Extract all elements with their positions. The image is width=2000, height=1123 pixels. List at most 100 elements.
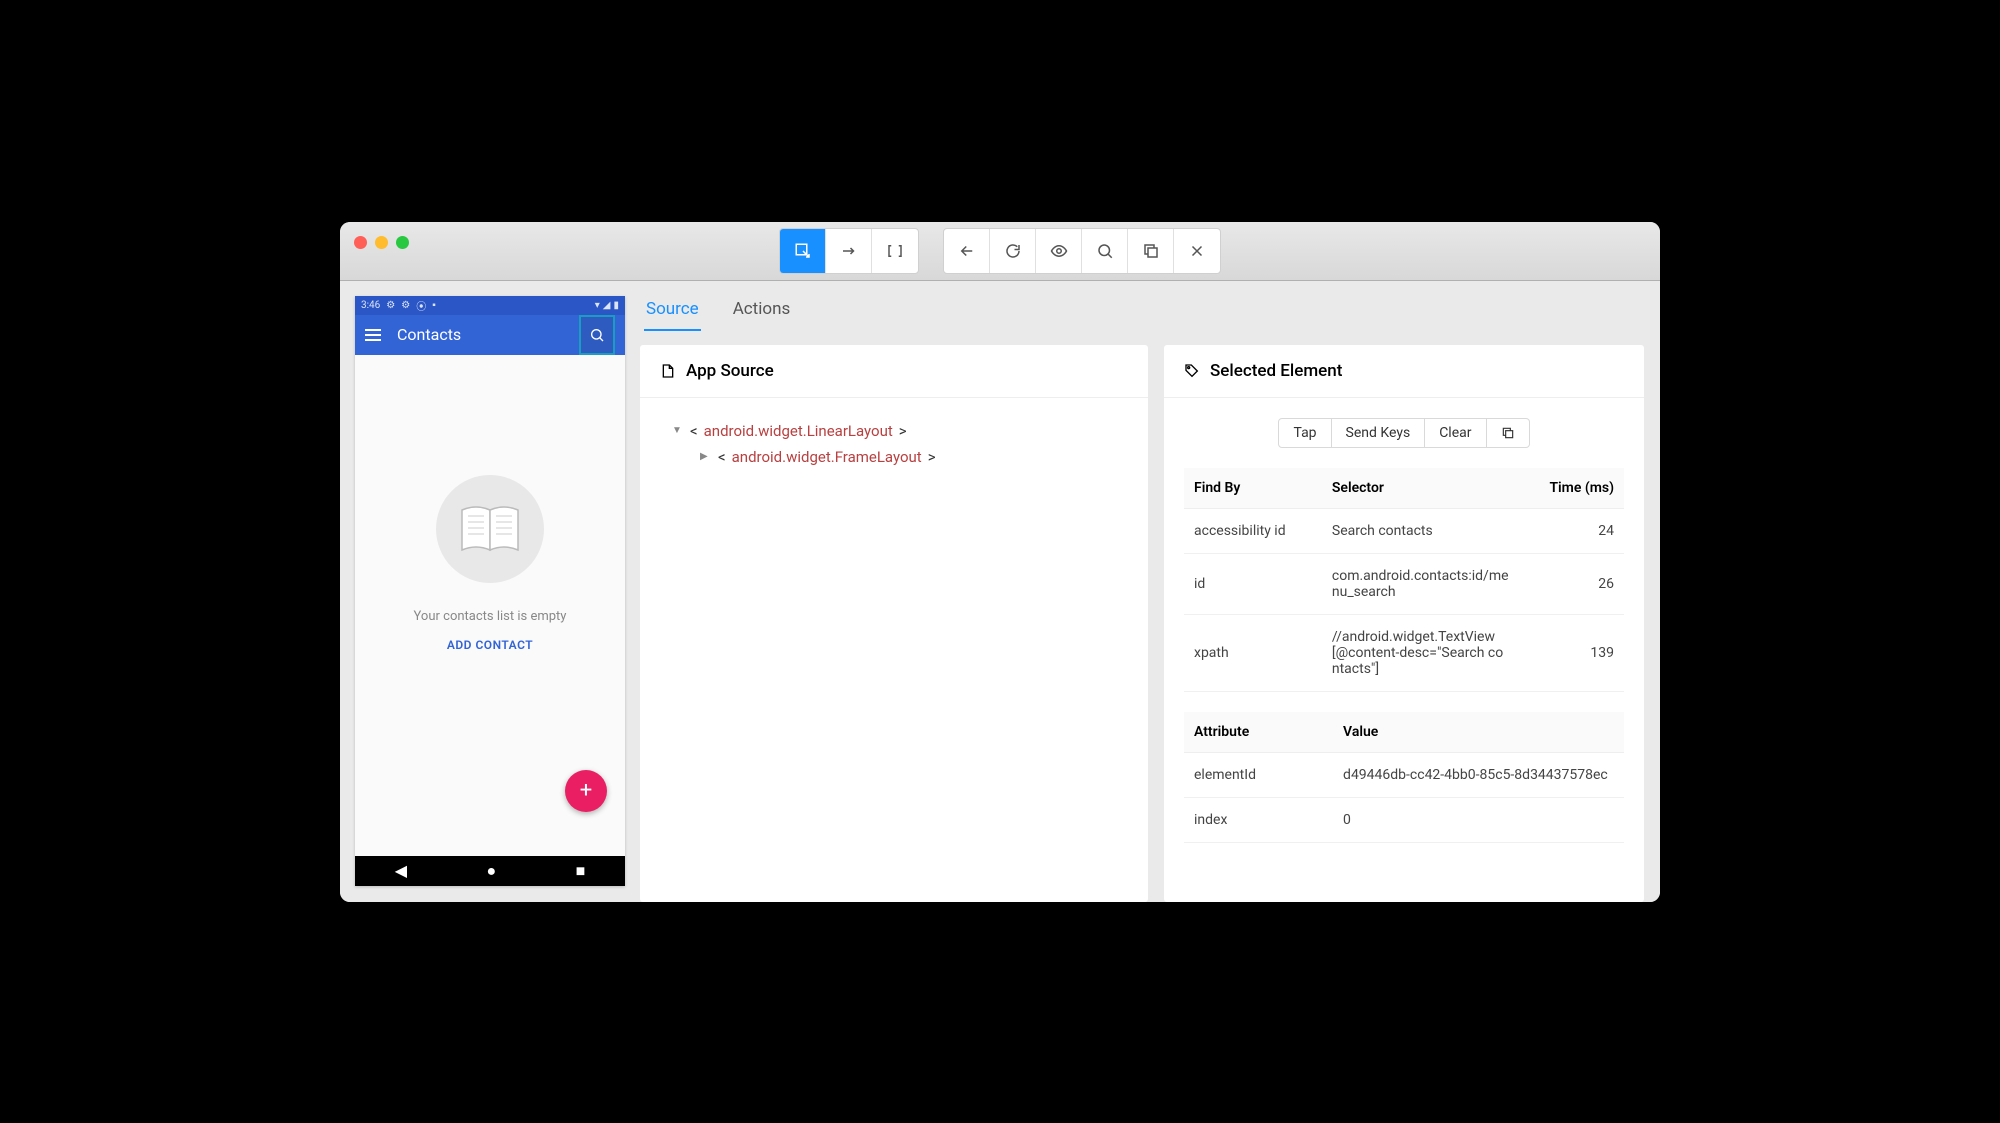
tree-node[interactable]: ▼ <android.widget.LinearLayout>	[660, 418, 1128, 444]
cell-value: 0	[1333, 797, 1624, 842]
arrow-left-icon	[958, 242, 976, 260]
eye-icon	[1050, 242, 1068, 260]
refresh-button[interactable]	[990, 229, 1036, 273]
recording-button[interactable]	[1036, 229, 1082, 273]
device-screenshot[interactable]: 3:46 ⚙ ⚙ ⦿ ▪ ▾ ◢ ▮ Contacts	[355, 296, 625, 886]
content: 3:46 ⚙ ⚙ ⦿ ▪ ▾ ◢ ▮ Contacts	[340, 281, 1660, 902]
app-source-panel: App Source ▼ <android.widget.LinearLayou…	[640, 345, 1148, 902]
close-window-button[interactable]	[354, 236, 367, 249]
app-source-header: App Source	[640, 345, 1148, 398]
element-actions: Tap Send Keys Clear	[1184, 418, 1624, 448]
search-button[interactable]	[1082, 229, 1128, 273]
caret-down-icon: ▼	[672, 425, 684, 436]
quit-button[interactable]	[1174, 229, 1220, 273]
panels: App Source ▼ <android.widget.LinearLayou…	[640, 345, 1644, 902]
file-icon	[660, 363, 676, 379]
copy-icon	[1142, 242, 1160, 260]
cell-selector: com.android.contacts:id/menu_search	[1322, 553, 1520, 614]
cell-attr: elementId	[1184, 752, 1333, 797]
fab-add-button: +	[565, 770, 607, 812]
session-button-group	[943, 228, 1221, 274]
device-search-button[interactable]	[579, 315, 615, 355]
tabs: Source Actions	[640, 281, 1644, 331]
select-element-button[interactable]	[780, 229, 826, 273]
clear-button[interactable]: Clear	[1425, 418, 1486, 448]
tap-button[interactable]: Tap	[1278, 418, 1331, 448]
signal-icon: ◢	[603, 300, 611, 311]
findby-table: Find By Selector Time (ms) accessibility…	[1184, 468, 1624, 692]
book-icon	[436, 475, 544, 583]
minimize-window-button[interactable]	[375, 236, 388, 249]
nav-recent-icon: ■	[576, 861, 586, 881]
back-button[interactable]	[944, 229, 990, 273]
tree-tag: android.widget.LinearLayout	[704, 422, 893, 440]
toolbar	[779, 228, 1221, 274]
tree-node[interactable]: ▶ <android.widget.FrameLayout>	[660, 444, 1128, 470]
search-icon	[1096, 242, 1114, 260]
refresh-icon	[1004, 242, 1022, 260]
device-pane: 3:46 ⚙ ⚙ ⦿ ▪ ▾ ◢ ▮ Contacts	[340, 281, 640, 902]
window-controls	[354, 236, 409, 249]
device-statusbar: 3:46 ⚙ ⚙ ⦿ ▪ ▾ ◢ ▮	[355, 296, 625, 315]
nav-home-icon: ●	[486, 861, 496, 881]
tag-icon	[1184, 363, 1200, 379]
send-keys-button[interactable]: Send Keys	[1332, 418, 1426, 448]
cursor-in-box-icon	[794, 242, 812, 260]
search-icon	[589, 327, 605, 343]
table-row: xpath //android.widget.TextView[@content…	[1184, 614, 1624, 691]
selected-body: Tap Send Keys Clear Find By Se	[1164, 398, 1644, 902]
app-source-title: App Source	[686, 361, 774, 381]
copy-xml-button[interactable]	[1128, 229, 1174, 273]
attribute-table: Attribute Value elementId d49446db-cc42-…	[1184, 712, 1624, 843]
tab-source[interactable]: Source	[644, 291, 701, 331]
tree-tag: android.widget.FrameLayout	[732, 448, 922, 466]
device-appbar: Contacts	[355, 315, 625, 355]
cell-value: d49446db-cc42-4bb0-85c5-8d34437578ec	[1333, 752, 1624, 797]
nav-back-icon: ◀	[395, 861, 407, 880]
tab-actions[interactable]: Actions	[731, 291, 793, 331]
device-navbar: ◀ ● ■	[355, 856, 625, 886]
mode-button-group	[779, 228, 919, 274]
gear-icon: ⚙	[386, 300, 395, 311]
source-tree: ▼ <android.widget.LinearLayout> ▶ <andro…	[640, 398, 1148, 902]
cell-time: 26	[1520, 553, 1624, 614]
tap-coordinates-button[interactable]	[872, 229, 918, 273]
brackets-icon	[886, 242, 904, 260]
status-time: 3:46	[361, 300, 380, 311]
table-row: index 0	[1184, 797, 1624, 842]
cell-by: id	[1184, 553, 1322, 614]
col-selector: Selector	[1322, 468, 1520, 509]
close-icon	[1188, 242, 1206, 260]
open-book-icon	[458, 504, 522, 554]
cell-by: xpath	[1184, 614, 1322, 691]
cell-time: 24	[1520, 508, 1624, 553]
col-time: Time (ms)	[1520, 468, 1624, 509]
gear-icon: ⚙	[401, 300, 410, 311]
inspector-pane: Source Actions App Source ▼ <android.wid…	[640, 281, 1660, 902]
cell-by: accessibility id	[1184, 508, 1322, 553]
arrow-right-icon	[840, 242, 858, 260]
col-findby: Find By	[1184, 468, 1322, 509]
hamburger-icon	[365, 329, 381, 341]
selected-header: Selected Element	[1164, 345, 1644, 398]
cell-time: 139	[1520, 614, 1624, 691]
copy-button[interactable]	[1487, 418, 1530, 448]
caret-right-icon: ▶	[700, 451, 712, 462]
cell-selector: //android.widget.TextView[@content-desc=…	[1322, 614, 1520, 691]
cell-attr: index	[1184, 797, 1333, 842]
device-body: Your contacts list is empty ADD CONTACT …	[355, 355, 625, 856]
wifi-icon: ▾	[595, 300, 600, 311]
empty-message: Your contacts list is empty	[414, 609, 567, 624]
battery-icon: ▮	[613, 300, 619, 311]
add-contact-link: ADD CONTACT	[447, 638, 533, 652]
col-attribute: Attribute	[1184, 712, 1333, 753]
col-value: Value	[1333, 712, 1624, 753]
titlebar	[340, 222, 1660, 281]
table-row: elementId d49446db-cc42-4bb0-85c5-8d3443…	[1184, 752, 1624, 797]
table-row: accessibility id Search contacts 24	[1184, 508, 1624, 553]
maximize-window-button[interactable]	[396, 236, 409, 249]
swipe-button[interactable]	[826, 229, 872, 273]
app-window: 3:46 ⚙ ⚙ ⦿ ▪ ▾ ◢ ▮ Contacts	[340, 222, 1660, 902]
selected-title: Selected Element	[1210, 361, 1342, 381]
table-row: id com.android.contacts:id/menu_search 2…	[1184, 553, 1624, 614]
